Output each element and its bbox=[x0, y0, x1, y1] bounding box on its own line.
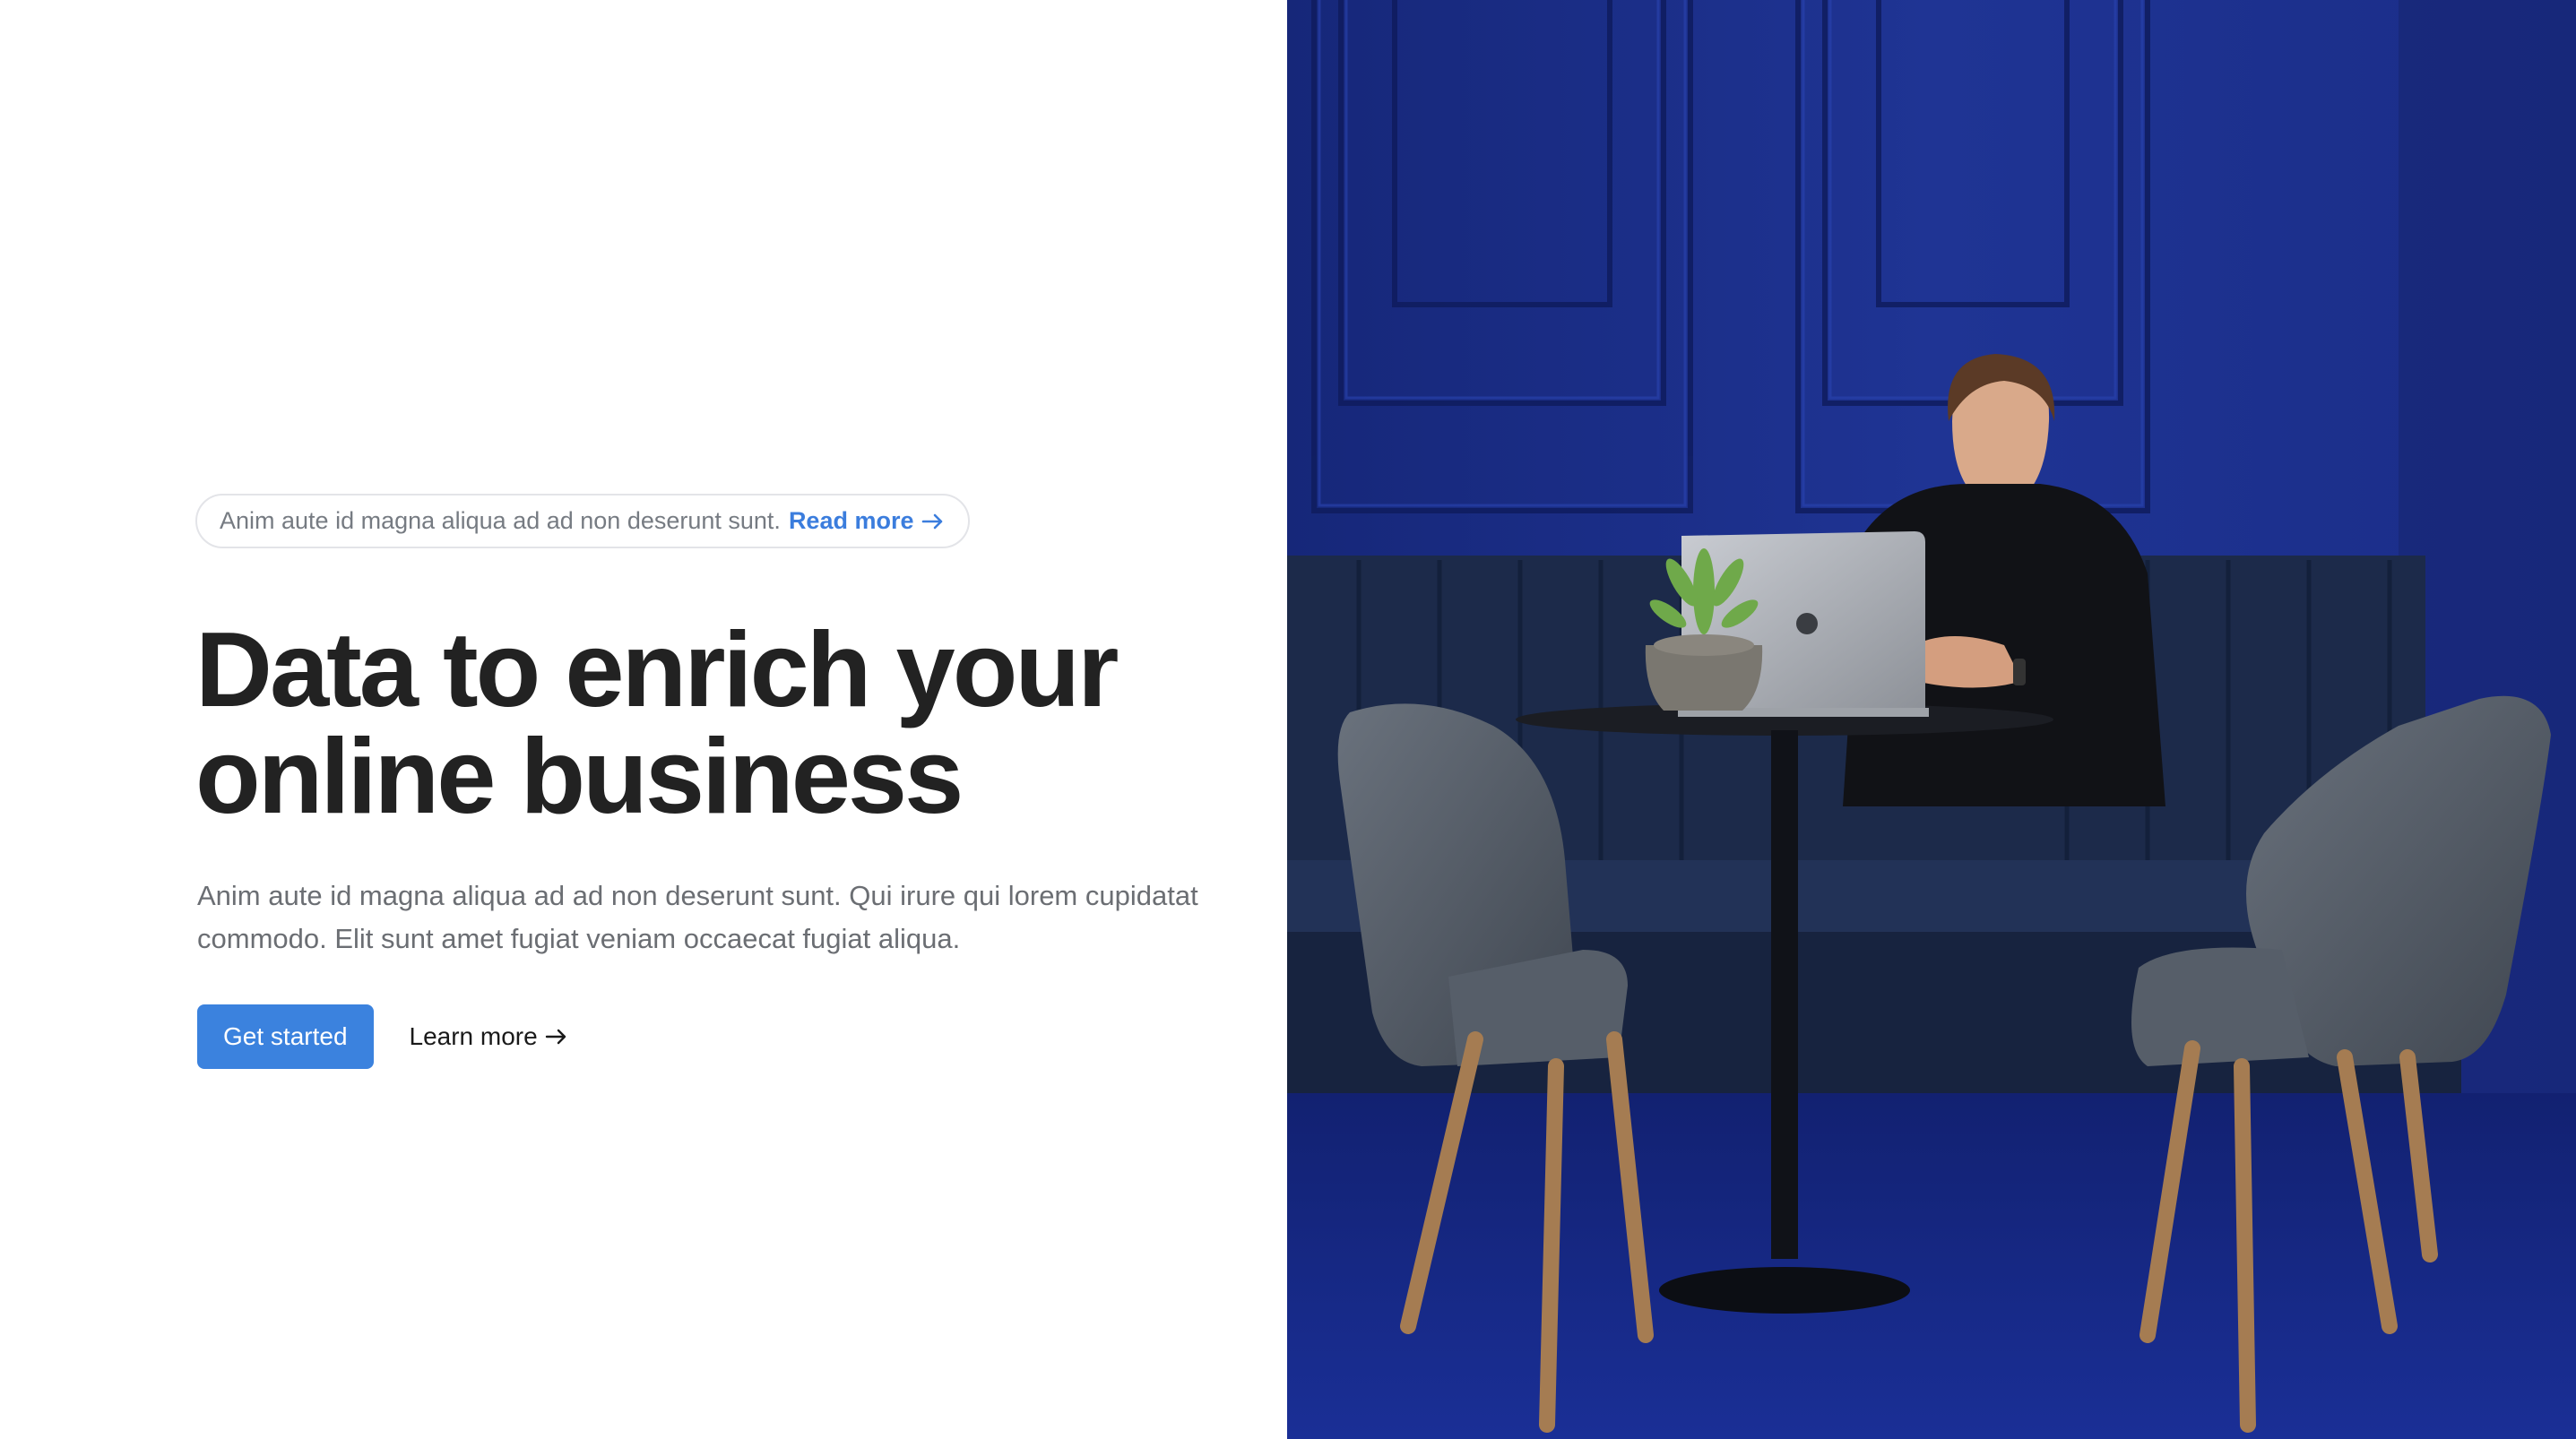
arrow-right-icon bbox=[545, 1029, 566, 1045]
hero-photo-illustration bbox=[1287, 0, 2576, 1439]
page-title: Data to enrich your online business bbox=[195, 616, 1226, 830]
title-line-2: online business bbox=[195, 717, 964, 836]
learn-more-link[interactable]: Learn more bbox=[410, 1022, 568, 1051]
hero-description: Anim aute id magna aliqua ad ad non dese… bbox=[197, 880, 1198, 954]
read-more-link[interactable]: Read more bbox=[789, 507, 945, 535]
learn-more-label: Learn more bbox=[409, 1022, 538, 1050]
cta-group: Get started Learn more bbox=[197, 1004, 568, 1069]
arrow-right-icon bbox=[921, 513, 942, 529]
title-line-1: Data to enrich your bbox=[195, 610, 1119, 729]
get-started-button[interactable]: Get started bbox=[197, 1004, 374, 1069]
read-more-label: Read more bbox=[788, 507, 914, 534]
hero-image bbox=[1287, 0, 2576, 1439]
announcement-badge: Anim aute id magna aliqua ad ad non dese… bbox=[195, 494, 970, 548]
landing-page: Anim aute id magna aliqua ad ad non dese… bbox=[0, 0, 2576, 1439]
hero-section: Anim aute id magna aliqua ad ad non dese… bbox=[0, 0, 1287, 1439]
announcement-text: Anim aute id magna aliqua ad ad non dese… bbox=[220, 507, 781, 534]
